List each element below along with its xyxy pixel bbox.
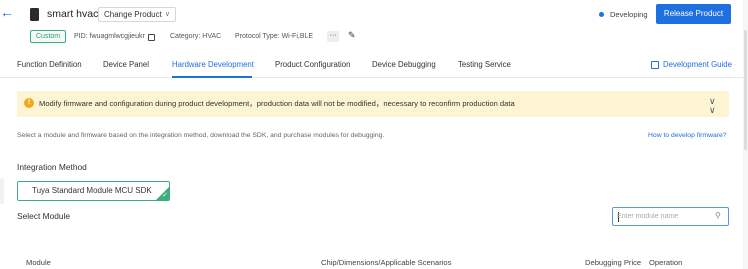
tab-bar: Function Definition Device Panel Hardwar… bbox=[0, 54, 748, 78]
checkmark-icon: ✓ bbox=[162, 192, 168, 199]
module-search-input[interactable] bbox=[617, 211, 707, 222]
integration-option-mcu-sdk[interactable]: Tuya Standard Module MCU SDK ✓ bbox=[17, 181, 170, 201]
tab-product-configuration[interactable]: Product Configuration bbox=[275, 60, 350, 70]
tab-hardware-development[interactable]: Hardware Development bbox=[172, 60, 254, 70]
change-product-label: Change Product bbox=[104, 10, 162, 19]
module-description: Select a module and firmware based on th… bbox=[17, 132, 385, 139]
tab-function-definition[interactable]: Function Definition bbox=[17, 60, 82, 70]
module-search-box[interactable]: ⚲ bbox=[612, 207, 729, 226]
development-guide-link[interactable]: Development Guide bbox=[651, 60, 732, 69]
how-to-develop-firmware-link[interactable]: How to develop firmware? bbox=[648, 131, 727, 140]
guide-book-icon bbox=[651, 60, 659, 69]
change-product-dropdown[interactable]: Change Product ∨ bbox=[98, 7, 176, 22]
pid-info: PID: fwuagmlwcgjieukr bbox=[74, 32, 155, 42]
info-icon: ! bbox=[24, 98, 34, 108]
pid-text: PID: fwuagmlwcgjieukr bbox=[74, 33, 145, 40]
status-label: Developing bbox=[610, 10, 648, 19]
tab-device-debugging[interactable]: Device Debugging bbox=[372, 60, 436, 70]
development-guide-label: Development Guide bbox=[663, 60, 732, 69]
active-tab-indicator bbox=[172, 76, 252, 78]
custom-badge: Custom bbox=[30, 30, 67, 43]
scrollbar-thumb[interactable] bbox=[744, 30, 747, 150]
search-icon[interactable]: ⚲ bbox=[715, 211, 721, 220]
protocol-info: Protocol Type: Wi-Fi,BLE bbox=[235, 33, 314, 40]
tab-testing-service[interactable]: Testing Service bbox=[458, 60, 511, 70]
column-header-module: Module bbox=[26, 258, 51, 267]
select-module-title: Select Module bbox=[17, 211, 71, 221]
column-header-debugging-price: Debugging Price bbox=[585, 258, 642, 267]
copy-icon[interactable] bbox=[147, 33, 155, 41]
status-dot-icon bbox=[599, 12, 604, 17]
tab-device-panel[interactable]: Device Panel bbox=[103, 60, 149, 70]
scroll-left-handle[interactable] bbox=[0, 178, 4, 204]
development-status: Developing bbox=[599, 10, 648, 19]
chevron-down-icon: ∨ bbox=[164, 11, 170, 18]
column-header-chip-dimensions: Chip/Dimensions/Applicable Scenarios bbox=[321, 258, 452, 267]
more-button[interactable]: ··· bbox=[327, 31, 339, 42]
notice-text: Modify firmware and configuration during… bbox=[39, 99, 515, 108]
release-product-button[interactable]: Release Product bbox=[656, 4, 731, 24]
double-chevron-down-icon[interactable]: ∨ ∨ bbox=[709, 97, 716, 115]
product-device-icon bbox=[30, 8, 39, 21]
column-header-operation: Operation bbox=[649, 258, 683, 267]
edit-pencil-icon[interactable]: ✎ bbox=[348, 30, 356, 41]
integration-option-label: Tuya Standard Module MCU SDK bbox=[32, 186, 152, 195]
category-info: Category: HVAC bbox=[170, 33, 222, 40]
back-arrow-icon[interactable]: ← bbox=[0, 5, 14, 19]
integration-method-title: Integration Method bbox=[17, 162, 87, 172]
product-name: smart hvac bbox=[47, 8, 99, 20]
